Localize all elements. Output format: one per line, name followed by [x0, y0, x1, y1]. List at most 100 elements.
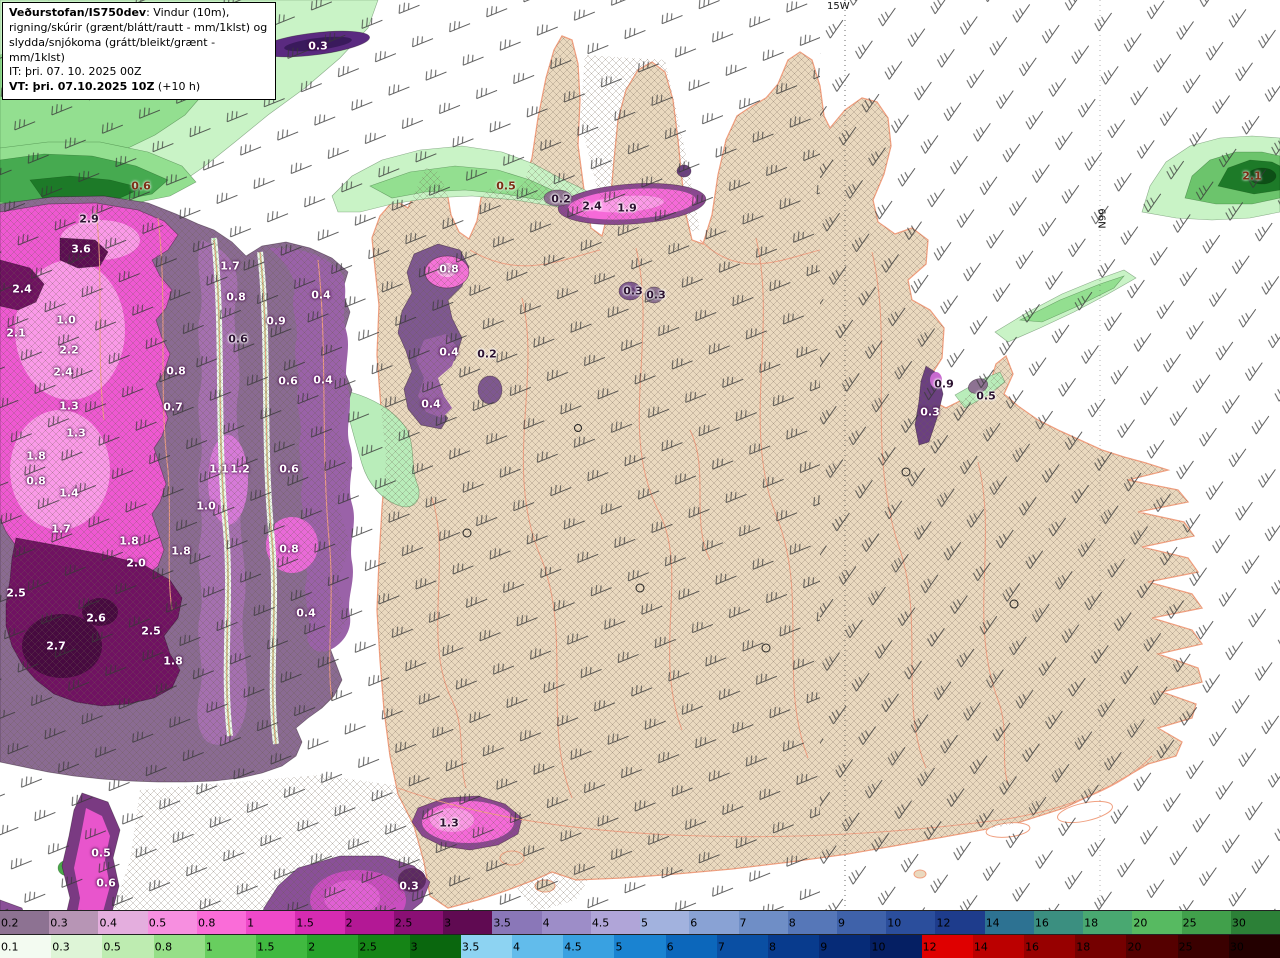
colorbar-segment: 0.4	[98, 911, 148, 934]
colorbar-segment: 18	[1075, 935, 1127, 958]
colorbar-segment: 0.5	[102, 935, 154, 958]
colorbar-segment: 14	[984, 911, 1034, 934]
colorbar-segment: 25	[1177, 935, 1229, 958]
colorbar-tick-label: 6	[666, 940, 674, 953]
colorbar-segment: 0.5	[147, 911, 197, 934]
colorbar-tick-label: 4	[542, 916, 550, 929]
colorbar-tick-label: 0.4	[99, 916, 117, 929]
colorbar-segment: 2	[307, 935, 359, 958]
title-line-3: slydda/snjókoma (grátt/bleikt/grænt - mm…	[9, 35, 216, 64]
colorbar-segment: 9	[819, 935, 871, 958]
colorbar-segment: 7	[738, 911, 788, 934]
colorbar-segment: 4.5	[563, 935, 615, 958]
colorbar-tick-label: 30	[1231, 916, 1246, 929]
colorbar-segment: 3.5	[492, 911, 542, 934]
colorbar-tick-label: 16	[1025, 940, 1040, 953]
colorbar-tick-label: 25	[1178, 940, 1193, 953]
colorbar-segment: 5	[640, 911, 690, 934]
colorbar-tick-label: 0.5	[103, 940, 121, 953]
colorbar-rain: 0.1 0.3 0.5 0.8 1 1.5 2 2.5 3 3.5 4 4.5 5 6 7 8 9 10 12 14 1…	[0, 934, 1280, 958]
colorbar-tick-label: 1.5	[257, 940, 275, 953]
colorbar-tick-label: 8	[769, 940, 777, 953]
colorbar-tick-label: 8	[788, 916, 796, 929]
colorbar-segment: 2.5	[393, 911, 444, 934]
colorbar-tick-label: 1	[247, 916, 255, 929]
colorbar-tick-label: 4.5	[591, 916, 610, 929]
colorbar-tick-label: 14	[973, 940, 988, 953]
colorbar-tick-label: 3	[410, 940, 418, 953]
meridian-label: 15W	[827, 1, 850, 12]
colorbar-tick-label: 1.5	[296, 916, 314, 929]
colorbar-tick-label: 12	[922, 940, 937, 953]
colorbar-tick-label: 2.5	[359, 940, 377, 953]
colorbar-tick-label: 7	[717, 940, 725, 953]
colorbar-tick-label: 10	[871, 940, 886, 953]
colorbar-tick-label: 16	[1034, 916, 1049, 929]
colorbar-tick-label: 4	[513, 940, 521, 953]
colorbar-segment: 3.5	[460, 935, 513, 958]
colorbar-tick-label: 0.8	[197, 916, 216, 929]
colorbar-segment: 12	[921, 935, 973, 958]
colorbar-tick-label: 1	[205, 940, 213, 953]
colorbar-segment: 10	[886, 911, 936, 934]
colorbar-segment: 0.2	[0, 911, 50, 934]
title-box: Veðurstofan/IS750dev: Vindur (10m), rign…	[2, 2, 276, 101]
colorbar-segment: 20	[1126, 935, 1178, 958]
colorbar-tick-label: 18	[1084, 916, 1099, 929]
colorbar-tick-label: 3.5	[461, 940, 480, 953]
colorbar-segment: 16	[1024, 935, 1076, 958]
colorbar-segment: 2.5	[358, 935, 410, 958]
colorbar-tick-label: 5	[615, 940, 623, 953]
colorbar-segment: 3	[443, 911, 493, 934]
colorbar-tick-label: 0.1	[1, 940, 19, 953]
colorbar-tick-label: 0.8	[154, 940, 173, 953]
colorbar-tick-label: 7	[739, 916, 747, 929]
colorbar-tick-label: 30	[1229, 940, 1244, 953]
colorbar-tick-label: 2	[345, 916, 353, 929]
colorbar-segment: 30	[1230, 911, 1280, 934]
colorbar-segment: 1	[204, 935, 257, 958]
wind-barb-field	[0, 0, 1280, 910]
colorbar-tick-label: 25	[1182, 916, 1197, 929]
colorbar-segment: 8	[768, 935, 820, 958]
colorbar-segment: 1.5	[256, 935, 308, 958]
colorbar-tick-label: 20	[1127, 940, 1142, 953]
colorbar-segment: 10	[870, 935, 922, 958]
colorbar-tick-label: 0.5	[148, 916, 167, 929]
colorbar-segment: 4	[512, 935, 564, 958]
title-line-1: Veðurstofan/IS750dev: Vindur (10m),	[9, 6, 230, 19]
colorbar-segment: 18	[1083, 911, 1133, 934]
colorbar-tick-label: 9	[837, 916, 845, 929]
colorbar-tick-label: 0.3	[52, 940, 70, 953]
colorbar-segment: 0.8	[196, 911, 247, 934]
colorbar-segment: 0.3	[51, 935, 103, 958]
colorbar-tick-label: 5	[641, 916, 649, 929]
colorbar-tick-label: 9	[820, 940, 828, 953]
colorbar-tick-label: 0.2	[1, 916, 19, 929]
colorbar-segment: 2	[344, 911, 394, 934]
colorbar-segment: 6	[689, 911, 739, 934]
colorbar-segment: 8	[787, 911, 837, 934]
colorbar-segment: 1	[246, 911, 296, 934]
colorbar-tick-label: 3.5	[493, 916, 511, 929]
colorbar-tick-label: 18	[1076, 940, 1091, 953]
colorbar-snow: 0.2 0.3 0.4 0.5 0.8 1 1.5 2 2.5 3 3.5 4 4.5 5 6 7 8 9 10 12…	[0, 910, 1280, 934]
title-line-2: rigning/skúrir (grænt/blátt/rautt - mm/1…	[9, 20, 268, 34]
weather-map-page: { "header": { "product_bold": "Veðurstof…	[0, 0, 1280, 958]
product-name: Veðurstofan/IS750dev	[9, 6, 147, 19]
colorbar-tick-label: 0.3	[50, 916, 68, 929]
colorbar-tick-label: 6	[690, 916, 698, 929]
colorbar-segment: 12	[935, 911, 985, 934]
colorbar-segment: 0.8	[153, 935, 205, 958]
colorbar-segment: 20	[1132, 911, 1182, 934]
colorbar-segment: 25	[1181, 911, 1231, 934]
colorbar-segment: 14	[972, 935, 1025, 958]
colorbar-tick-label: 12	[936, 916, 951, 929]
weather-map-svg	[0, 0, 1280, 910]
parallel-label: 66N	[1095, 208, 1107, 229]
colorbar-segment: 0.3	[49, 911, 99, 934]
map-canvas	[0, 0, 1280, 910]
colorbar-segment: 5	[614, 935, 666, 958]
init-time: IT: þri. 07. 10. 2025 00Z	[9, 65, 142, 79]
colorbar-tick-label: 2	[308, 940, 316, 953]
